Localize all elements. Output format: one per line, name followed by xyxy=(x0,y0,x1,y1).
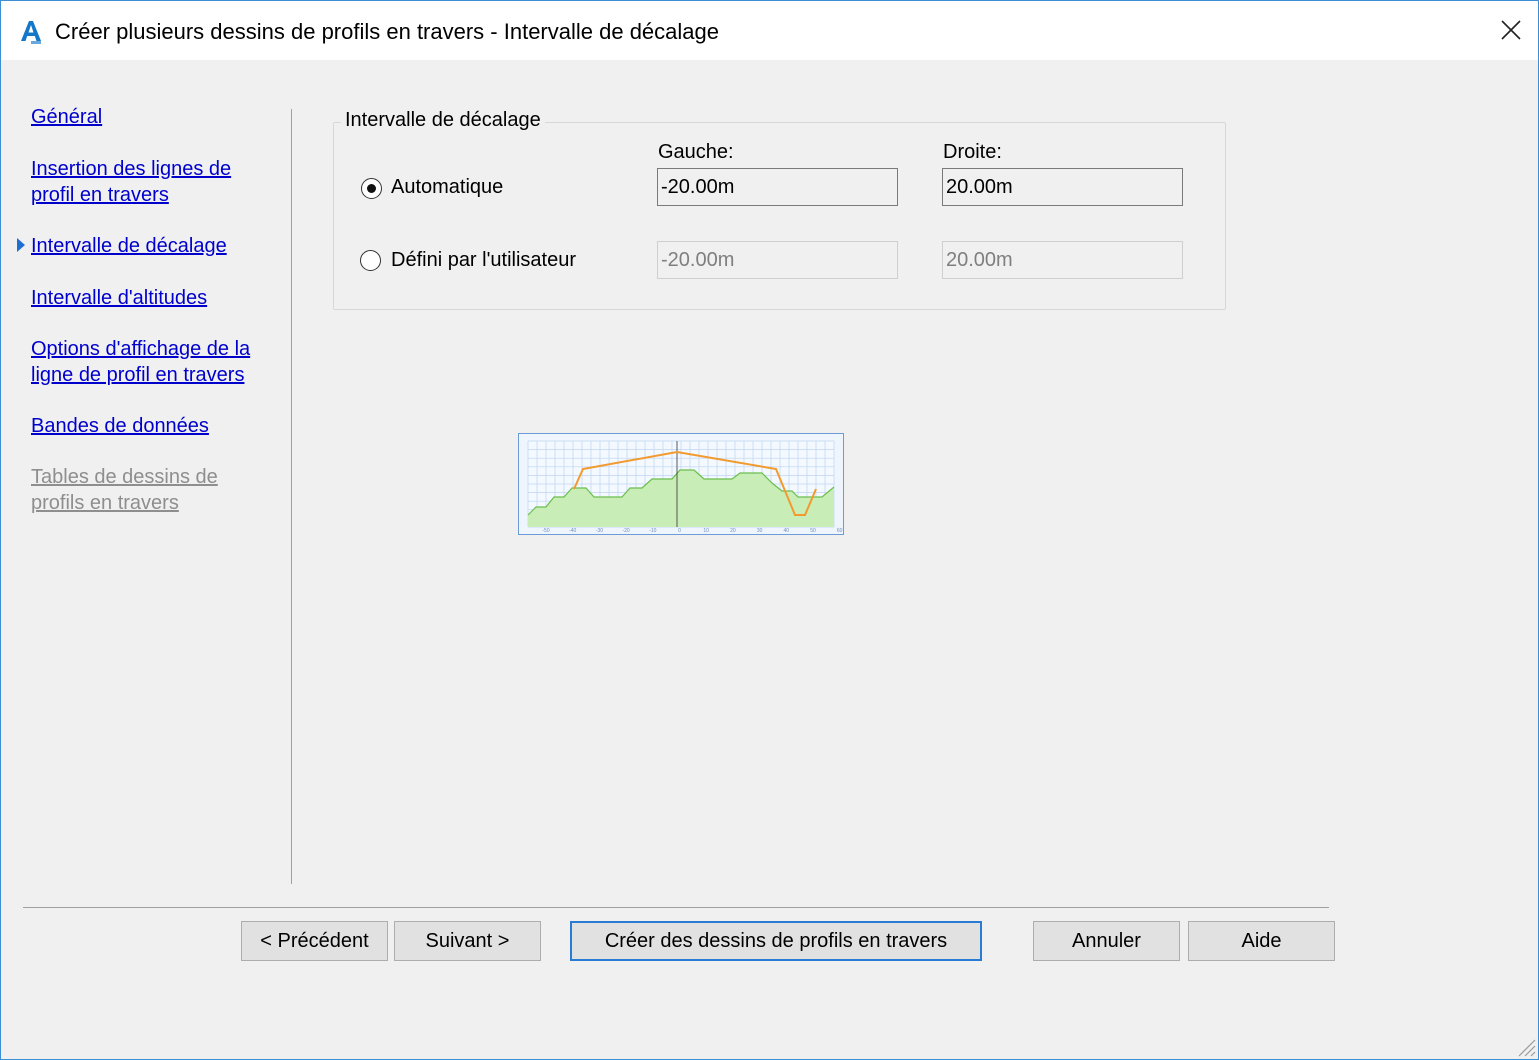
automatic-radio-label[interactable]: Automatique xyxy=(391,176,503,199)
preview-tick-label: 20 xyxy=(730,528,736,534)
user-defined-left-field xyxy=(657,241,898,279)
preview-tick-label: 10 xyxy=(703,528,709,534)
user-defined-radio-label[interactable]: Défini par l'utilisateur xyxy=(391,249,576,272)
create-section-views-button[interactable]: Créer des dessins de profils en travers xyxy=(570,921,982,961)
preview-tick-label: -20 xyxy=(622,528,629,534)
cancel-button[interactable]: Annuler xyxy=(1033,921,1180,961)
user-defined-radio[interactable] xyxy=(360,250,381,271)
preview-tick-label: -40 xyxy=(569,528,576,534)
app-icon xyxy=(21,21,41,44)
user-defined-right-field xyxy=(942,241,1183,279)
preview-tick-label: 40 xyxy=(784,528,790,534)
nav-general[interactable]: Général xyxy=(31,104,102,130)
nav-offset-range[interactable]: Intervalle de décalage xyxy=(31,233,227,259)
preview-tick-label: 30 xyxy=(757,528,763,534)
automatic-radio[interactable] xyxy=(361,178,382,199)
radio-selected-dot xyxy=(367,184,376,193)
automatic-right-field[interactable] xyxy=(942,168,1183,206)
help-button[interactable]: Aide xyxy=(1188,921,1335,961)
nav-divider xyxy=(291,109,292,884)
offset-range-group xyxy=(333,122,1226,310)
nav-section-view-tables-line-2: profils en travers xyxy=(31,492,179,514)
offset-range-group-title: Intervalle de décalage xyxy=(341,109,545,132)
nav-section-view-tables-line-1: Tables de dessins de xyxy=(31,466,218,488)
nav-elevation-range[interactable]: Intervalle d'altitudes xyxy=(31,285,207,311)
nav-display-options-line-1[interactable]: Options d'affichage de la xyxy=(31,336,250,362)
resize-grip-icon[interactable] xyxy=(1514,1035,1536,1057)
button-divider xyxy=(23,907,1329,908)
dialog-window: Créer plusieurs dessins de profils en tr… xyxy=(0,0,1539,1060)
right-column-label: Droite: xyxy=(943,141,1002,163)
nav-sample-lines-line-1[interactable]: Insertion des lignes de xyxy=(31,156,231,182)
preview-tick-label: -10 xyxy=(649,528,656,534)
nav-sample-lines-line-2[interactable]: profil en travers xyxy=(31,182,169,208)
current-step-icon xyxy=(17,238,25,252)
window-title: Créer plusieurs dessins de profils en tr… xyxy=(55,19,719,44)
automatic-left-field[interactable] xyxy=(657,168,898,206)
previous-button[interactable]: < Précédent xyxy=(241,921,388,961)
next-button[interactable]: Suivant > xyxy=(394,921,541,961)
preview-tick-label: -50 xyxy=(542,528,549,534)
nav-display-options-line-2[interactable]: ligne de profil en travers xyxy=(31,362,244,388)
preview-tick-label: 50 xyxy=(810,528,816,534)
preview-tick-label: 0 xyxy=(678,528,681,534)
nav-data-bands[interactable]: Bandes de données xyxy=(31,413,209,439)
close-icon[interactable] xyxy=(1498,17,1524,43)
left-column-label: Gauche: xyxy=(658,141,734,163)
preview-tick-label: 60 xyxy=(837,528,843,534)
title-bar: Créer plusieurs dessins de profils en tr… xyxy=(1,1,1538,60)
section-preview-image: -50 -40 -30 -20 -10 0 10 20 30 40 50 60 xyxy=(518,433,844,535)
preview-tick-label: -30 xyxy=(596,528,603,534)
